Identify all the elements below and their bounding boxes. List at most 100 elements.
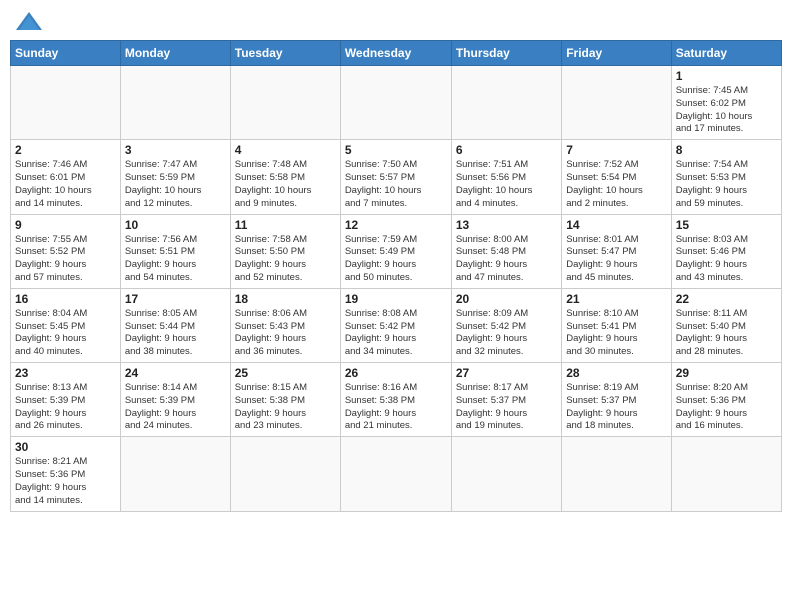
calendar-cell: 16 Sunrise: 8:04 AM Sunset: 5:45 PM Dayli… (11, 288, 121, 362)
day-info: Sunrise: 7:55 AM Sunset: 5:52 PM Dayligh… (15, 234, 116, 285)
day-info: Sunrise: 7:52 AM Sunset: 5:54 PM Dayligh… (566, 159, 666, 210)
day-info: Sunrise: 7:54 AM Sunset: 5:53 PM Dayligh… (676, 159, 777, 210)
week-row-6: 30Sunrise: 8:21 AM Sunset: 5:36 PM Dayli… (11, 437, 782, 511)
day-info: Sunrise: 7:58 AM Sunset: 5:50 PM Dayligh… (235, 234, 336, 285)
day-number: 8 (676, 143, 777, 157)
calendar-cell: 4Sunrise: 7:48 AM Sunset: 5:58 PM Daylig… (230, 140, 340, 214)
logo (14, 10, 48, 34)
day-number: 28 (566, 366, 666, 380)
day-number: 18 (235, 292, 336, 306)
day-info: Sunrise: 7:47 AM Sunset: 5:59 PM Dayligh… (125, 159, 226, 210)
calendar-cell: 25Sunrise: 8:15 AM Sunset: 5:38 PM Dayli… (230, 363, 340, 437)
day-number: 7 (566, 143, 666, 157)
calendar-cell: 23 Sunrise: 8:13 AM Sunset: 5:39 PM Dayli… (11, 363, 121, 437)
day-info: Sunrise: 8:20 AM Sunset: 5:36 PM Dayligh… (676, 382, 777, 433)
day-info: Sunrise: 8:13 AM Sunset: 5:39 PM Dayligh… (15, 382, 116, 433)
logo-icon (14, 10, 44, 34)
day-info: Sunrise: 8:19 AM Sunset: 5:37 PM Dayligh… (566, 382, 666, 433)
calendar-cell (230, 66, 340, 140)
day-info: Sunrise: 7:59 AM Sunset: 5:49 PM Dayligh… (345, 234, 447, 285)
day-number: 20 (456, 292, 557, 306)
day-info: Sunrise: 8:09 AM Sunset: 5:42 PM Dayligh… (456, 308, 557, 359)
day-info: Sunrise: 8:08 AM Sunset: 5:42 PM Dayligh… (345, 308, 447, 359)
header-day-friday: Friday (562, 41, 671, 66)
calendar-header: SundayMondayTuesdayWednesdayThursdayFrid… (11, 41, 782, 66)
week-row-1: 1 Sunrise: 7:45 AM Sunset: 6:02 PM Daylig… (11, 66, 782, 140)
calendar-cell: 18 Sunrise: 8:06 AM Sunset: 5:43 PM Dayli… (230, 288, 340, 362)
calendar-table: SundayMondayTuesdayWednesdayThursdayFrid… (10, 40, 782, 512)
day-info: Sunrise: 8:21 AM Sunset: 5:36 PM Dayligh… (15, 456, 116, 507)
calendar-cell: 29 Sunrise: 8:20 AM Sunset: 5:36 PM Dayli… (671, 363, 781, 437)
calendar-cell: 13 Sunrise: 8:00 AM Sunset: 5:48 PM Dayli… (451, 214, 561, 288)
calendar-cell (11, 66, 121, 140)
calendar-cell: 2Sunrise: 7:46 AM Sunset: 6:01 PM Daylig… (11, 140, 121, 214)
header-day-wednesday: Wednesday (340, 41, 451, 66)
day-info: Sunrise: 8:17 AM Sunset: 5:37 PM Dayligh… (456, 382, 557, 433)
header-day-sunday: Sunday (11, 41, 121, 66)
calendar-cell: 7 Sunrise: 7:52 AM Sunset: 5:54 PM Daylig… (562, 140, 671, 214)
day-info: Sunrise: 8:05 AM Sunset: 5:44 PM Dayligh… (125, 308, 226, 359)
week-row-5: 23 Sunrise: 8:13 AM Sunset: 5:39 PM Dayli… (11, 363, 782, 437)
calendar-body: 1 Sunrise: 7:45 AM Sunset: 6:02 PM Daylig… (11, 66, 782, 512)
calendar-cell: 27 Sunrise: 8:17 AM Sunset: 5:37 PM Dayli… (451, 363, 561, 437)
day-info: Sunrise: 8:15 AM Sunset: 5:38 PM Dayligh… (235, 382, 336, 433)
day-info: Sunrise: 8:16 AM Sunset: 5:38 PM Dayligh… (345, 382, 447, 433)
calendar-cell (451, 437, 561, 511)
day-info: Sunrise: 8:03 AM Sunset: 5:46 PM Dayligh… (676, 234, 777, 285)
day-number: 12 (345, 218, 447, 232)
day-number: 21 (566, 292, 666, 306)
day-info: Sunrise: 7:46 AM Sunset: 6:01 PM Dayligh… (15, 159, 116, 210)
day-info: Sunrise: 8:01 AM Sunset: 5:47 PM Dayligh… (566, 234, 666, 285)
week-row-4: 16 Sunrise: 8:04 AM Sunset: 5:45 PM Dayli… (11, 288, 782, 362)
day-info: Sunrise: 7:51 AM Sunset: 5:56 PM Dayligh… (456, 159, 557, 210)
calendar-cell (340, 66, 451, 140)
day-number: 29 (676, 366, 777, 380)
day-number: 23 (15, 366, 116, 380)
calendar-cell: 30Sunrise: 8:21 AM Sunset: 5:36 PM Dayli… (11, 437, 121, 511)
header-day-thursday: Thursday (451, 41, 561, 66)
calendar-cell: 14 Sunrise: 8:01 AM Sunset: 5:47 PM Dayli… (562, 214, 671, 288)
header-day-monday: Monday (120, 41, 230, 66)
page-header (10, 10, 782, 34)
calendar-cell: 3 Sunrise: 7:47 AM Sunset: 5:59 PM Daylig… (120, 140, 230, 214)
day-info: Sunrise: 8:14 AM Sunset: 5:39 PM Dayligh… (125, 382, 226, 433)
calendar-cell (340, 437, 451, 511)
day-info: Sunrise: 8:04 AM Sunset: 5:45 PM Dayligh… (15, 308, 116, 359)
calendar-cell: 11 Sunrise: 7:58 AM Sunset: 5:50 PM Dayli… (230, 214, 340, 288)
calendar-cell: 9Sunrise: 7:55 AM Sunset: 5:52 PM Daylig… (11, 214, 121, 288)
calendar-cell: 8 Sunrise: 7:54 AM Sunset: 5:53 PM Daylig… (671, 140, 781, 214)
day-info: Sunrise: 8:11 AM Sunset: 5:40 PM Dayligh… (676, 308, 777, 359)
day-number: 14 (566, 218, 666, 232)
day-info: Sunrise: 7:56 AM Sunset: 5:51 PM Dayligh… (125, 234, 226, 285)
calendar-cell: 10 Sunrise: 7:56 AM Sunset: 5:51 PM Dayli… (120, 214, 230, 288)
calendar-cell: 28 Sunrise: 8:19 AM Sunset: 5:37 PM Dayli… (562, 363, 671, 437)
day-number: 27 (456, 366, 557, 380)
day-number: 11 (235, 218, 336, 232)
day-number: 3 (125, 143, 226, 157)
day-number: 10 (125, 218, 226, 232)
calendar-cell (451, 66, 561, 140)
calendar-cell: 21 Sunrise: 8:10 AM Sunset: 5:41 PM Dayli… (562, 288, 671, 362)
day-number: 1 (676, 69, 777, 83)
calendar-cell (230, 437, 340, 511)
day-info: Sunrise: 7:45 AM Sunset: 6:02 PM Dayligh… (676, 85, 777, 136)
day-number: 16 (15, 292, 116, 306)
day-info: Sunrise: 8:10 AM Sunset: 5:41 PM Dayligh… (566, 308, 666, 359)
calendar-cell (671, 437, 781, 511)
calendar-cell (562, 437, 671, 511)
calendar-cell: 6 Sunrise: 7:51 AM Sunset: 5:56 PM Daylig… (451, 140, 561, 214)
header-day-saturday: Saturday (671, 41, 781, 66)
day-number: 19 (345, 292, 447, 306)
header-row: SundayMondayTuesdayWednesdayThursdayFrid… (11, 41, 782, 66)
calendar-cell: 15Sunrise: 8:03 AM Sunset: 5:46 PM Dayli… (671, 214, 781, 288)
day-info: Sunrise: 7:50 AM Sunset: 5:57 PM Dayligh… (345, 159, 447, 210)
day-number: 24 (125, 366, 226, 380)
day-info: Sunrise: 8:06 AM Sunset: 5:43 PM Dayligh… (235, 308, 336, 359)
day-info: Sunrise: 7:48 AM Sunset: 5:58 PM Dayligh… (235, 159, 336, 210)
day-info: Sunrise: 8:00 AM Sunset: 5:48 PM Dayligh… (456, 234, 557, 285)
day-number: 26 (345, 366, 447, 380)
week-row-2: 2Sunrise: 7:46 AM Sunset: 6:01 PM Daylig… (11, 140, 782, 214)
day-number: 13 (456, 218, 557, 232)
calendar-cell: 17Sunrise: 8:05 AM Sunset: 5:44 PM Dayli… (120, 288, 230, 362)
day-number: 6 (456, 143, 557, 157)
